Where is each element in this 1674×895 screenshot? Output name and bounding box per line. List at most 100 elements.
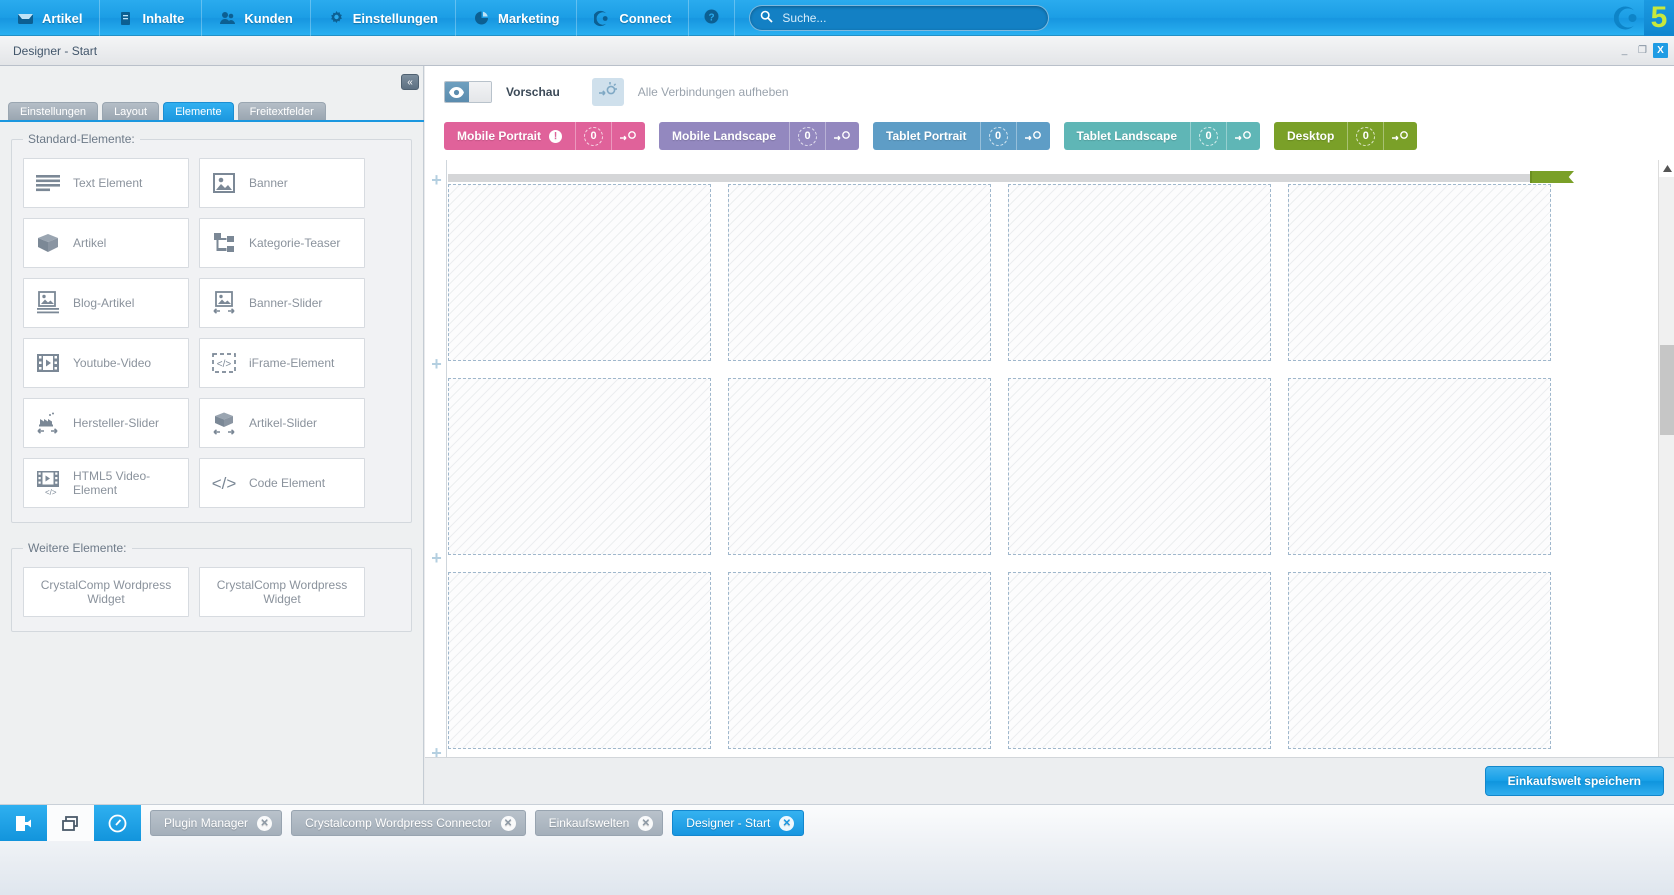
- grid-cell[interactable]: [448, 378, 711, 555]
- add-row-button-1[interactable]: +: [430, 171, 443, 189]
- device-tab-tablet-portrait[interactable]: Tablet Portrait 0: [873, 122, 1050, 150]
- element-banner[interactable]: Banner: [199, 158, 365, 208]
- grid-cell[interactable]: [1008, 378, 1271, 555]
- grid-cell[interactable]: [1008, 184, 1271, 361]
- link-icon[interactable]: [611, 122, 645, 150]
- element-artikel-slider[interactable]: Artikel-Slider: [199, 398, 365, 448]
- logout-icon[interactable]: [0, 805, 47, 841]
- search-box[interactable]: [749, 5, 1050, 31]
- designer-sidebar: « Einstellungen Layout Elemente Freitext…: [0, 66, 424, 804]
- close-icon[interactable]: ✕: [779, 815, 795, 831]
- grid-cell[interactable]: [1288, 572, 1551, 749]
- users-icon: [219, 10, 236, 27]
- grid-row: [448, 572, 1554, 749]
- element-crystalcomp-wordpress-widget-2[interactable]: CrystalComp Wordpress Widget: [199, 567, 365, 617]
- close-icon[interactable]: ✕: [500, 815, 516, 831]
- tab-layout[interactable]: Layout: [102, 102, 160, 121]
- tab-elemente[interactable]: Elemente: [163, 102, 234, 121]
- sidebar-body: Standard-Elemente: Text Element Banner A…: [0, 122, 423, 804]
- taskbar-button-einkaufswelten[interactable]: Einkaufswelten ✕: [534, 810, 664, 836]
- image-arrows-icon: [209, 288, 239, 318]
- tree-nodes-icon: [209, 228, 239, 258]
- nav-label: Einstellungen: [352, 10, 438, 26]
- collapse-sidebar-button[interactable]: «: [401, 74, 419, 90]
- element-label: Kategorie-Teaser: [249, 235, 341, 250]
- taskbar-button-label: Crystalcomp Wordpress Connector: [305, 816, 492, 830]
- help-button[interactable]: ?: [689, 0, 736, 36]
- nav-item-einstellungen[interactable]: Einstellungen: [311, 0, 456, 36]
- taskbar-icons: [0, 805, 141, 841]
- element-code-element[interactable]: </> Code Element: [199, 458, 365, 508]
- element-label: Hersteller-Slider: [73, 415, 160, 430]
- element-kategorie-teaser[interactable]: Kategorie-Teaser: [199, 218, 365, 268]
- element-blog-artikel[interactable]: Blog-Artikel: [23, 278, 189, 328]
- device-name-wrap: Desktop: [1274, 122, 1347, 150]
- element-label: Banner: [249, 175, 288, 190]
- taskbar-button-designer-start[interactable]: Designer - Start ✕: [672, 810, 805, 836]
- taskbar-button-crystalcomp-wordpress-connector[interactable]: Crystalcomp Wordpress Connector ✕: [291, 810, 526, 836]
- box-inbox-icon: [17, 10, 34, 27]
- element-youtube-video[interactable]: Youtube-Video: [23, 338, 189, 388]
- device-tab-tablet-landscape[interactable]: Tablet Landscape 0: [1063, 122, 1260, 150]
- add-row-button-3[interactable]: +: [430, 549, 443, 567]
- device-tab-desktop[interactable]: Desktop 0: [1274, 122, 1418, 150]
- element-iframe-element[interactable]: </> iFrame-Element: [199, 338, 365, 388]
- vertical-scroll-thumb[interactable]: [1660, 345, 1674, 435]
- preview-toggle[interactable]: [444, 81, 492, 103]
- close-icon[interactable]: ✕: [257, 815, 273, 831]
- viewport-top-strip: [448, 174, 1554, 182]
- tab-freitextfelder[interactable]: Freitextfelder: [237, 102, 326, 121]
- link-icon[interactable]: [825, 122, 859, 150]
- device-name: Mobile Portrait: [457, 129, 542, 143]
- grid-cell[interactable]: [1288, 184, 1551, 361]
- designer-canvas-area: Vorschau Alle Verbindungen aufheben Mobi…: [425, 66, 1674, 805]
- nav-item-inhalte[interactable]: Inhalte: [100, 0, 203, 36]
- minimize-icon[interactable]: _: [1617, 43, 1632, 58]
- grid-cell[interactable]: [728, 572, 991, 749]
- grid-cell[interactable]: [728, 378, 991, 555]
- taskbar-button-plugin-manager[interactable]: Plugin Manager ✕: [150, 810, 283, 836]
- link-icon[interactable]: [1226, 122, 1260, 150]
- gear-icon: [328, 10, 345, 27]
- tab-einstellungen[interactable]: Einstellungen: [8, 102, 99, 121]
- element-html5-video-element[interactable]: </> HTML5 Video-Element: [23, 458, 189, 508]
- grid-cell[interactable]: [1008, 572, 1271, 749]
- search-container: [735, 0, 1063, 36]
- vertical-scrollbar[interactable]: [1658, 160, 1674, 804]
- device-element-count: 0: [789, 122, 825, 150]
- break-all-connections-button[interactable]: [591, 78, 624, 106]
- nav-item-connect[interactable]: Connect: [577, 0, 690, 36]
- device-element-count: 0: [979, 122, 1016, 150]
- scroll-up-button[interactable]: [1659, 160, 1674, 177]
- element-hersteller-slider[interactable]: Hersteller-Slider: [23, 398, 189, 448]
- windows-restore-icon[interactable]: [47, 805, 94, 841]
- link-icon[interactable]: [1383, 122, 1417, 150]
- element-text-element[interactable]: Text Element: [23, 158, 189, 208]
- code-icon: </>: [209, 468, 239, 498]
- grid-cell[interactable]: [1288, 378, 1551, 555]
- device-tabs-row: Mobile Portrait ! 0 Mobile Landscape 0 T…: [444, 122, 1418, 150]
- grid-cell[interactable]: [448, 184, 711, 361]
- add-row-button-2[interactable]: +: [430, 355, 443, 373]
- window-controls: _ ❐ X: [1617, 43, 1674, 58]
- element-artikel[interactable]: Artikel: [23, 218, 189, 268]
- element-crystalcomp-wordpress-widget-1[interactable]: CrystalComp Wordpress Widget: [23, 567, 189, 617]
- nav-item-artikel[interactable]: Artikel: [0, 0, 101, 36]
- save-shopping-world-button[interactable]: Einkaufswelt speichern: [1484, 766, 1664, 796]
- nav-item-kunden[interactable]: Kunden: [202, 0, 311, 36]
- close-icon[interactable]: ✕: [638, 815, 654, 831]
- device-tab-mobile-landscape[interactable]: Mobile Landscape 0: [659, 122, 860, 150]
- factory-arrows-icon: [33, 408, 63, 438]
- search-input[interactable]: [780, 10, 1039, 26]
- nav-item-marketing[interactable]: Marketing: [456, 0, 578, 36]
- element-banner-slider[interactable]: Banner-Slider: [199, 278, 365, 328]
- close-icon[interactable]: X: [1653, 43, 1668, 58]
- device-tab-mobile-portrait[interactable]: Mobile Portrait ! 0: [444, 122, 646, 150]
- grid-cell[interactable]: [448, 572, 711, 749]
- link-icon[interactable]: [1015, 122, 1050, 150]
- gauge-icon[interactable]: [94, 805, 141, 841]
- grid-cell[interactable]: [728, 184, 991, 361]
- taskbar: Plugin Manager ✕ Crystalcomp Wordpress C…: [0, 804, 1674, 895]
- restore-icon[interactable]: ❐: [1635, 43, 1650, 58]
- nav-label: Artikel: [42, 10, 83, 26]
